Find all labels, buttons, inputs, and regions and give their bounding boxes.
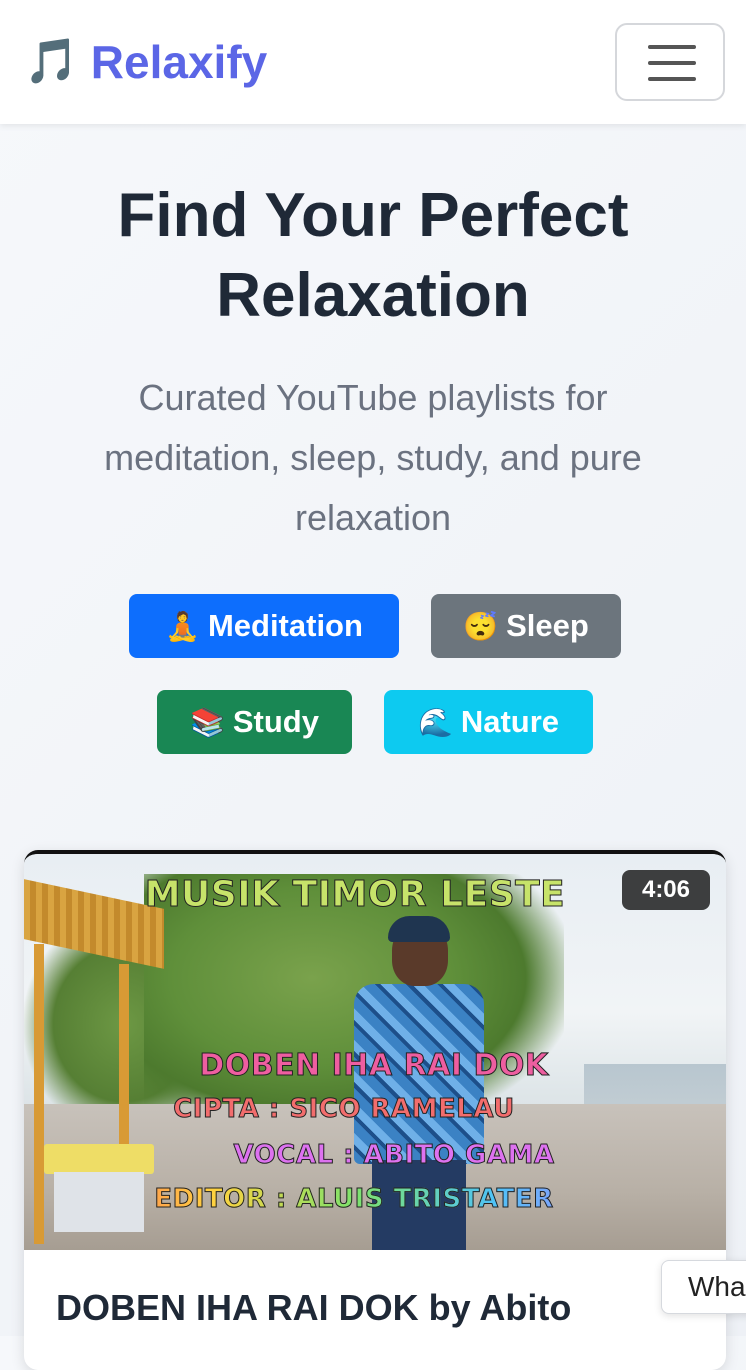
thumbnail-headline: MUSIK TIMOR LESTE <box>144 874 566 916</box>
meditation-button-label: Meditation <box>207 608 363 643</box>
pergola-post <box>34 944 44 1244</box>
video-thumbnail[interactable]: MUSIK TIMOR LESTE DOBEN IHA RAI DOK CIPT… <box>24 854 726 1250</box>
study-button-label: Study <box>232 704 319 739</box>
books-icon: 📚 <box>190 706 225 738</box>
video-title[interactable]: DOBEN IHA RAI DOK by Abito <box>56 1282 716 1334</box>
singer-cap <box>388 916 450 942</box>
duration-badge: 4:06 <box>622 870 710 910</box>
nature-button[interactable]: 🌊 Nature <box>384 690 593 754</box>
thumbnail-editor: EDITOR : ALUIS TRISTATER <box>74 1184 634 1215</box>
thumbnail-vocalist: VOCAL : ABITO GAMA <box>233 1140 555 1171</box>
music-notes-icon: 🎵 <box>24 37 79 86</box>
meditation-icon: 🧘 <box>165 610 200 642</box>
sleep-button-label: Sleep <box>506 608 589 643</box>
nature-button-label: Nature <box>460 704 560 739</box>
brand-link[interactable]: 🎵 Relaxify <box>24 34 267 90</box>
menu-toggle-button[interactable] <box>615 23 725 101</box>
wave-icon: 🌊 <box>417 706 453 738</box>
sleep-button[interactable]: 😴 Sleep <box>431 594 621 658</box>
hamburger-menu-icon-bar <box>648 77 696 81</box>
hero-subtitle: Curated YouTube playlists for meditation… <box>104 377 642 538</box>
thumbnail-composer: CIPTA : SICO RAMELAU <box>173 1094 515 1125</box>
meditation-button[interactable]: 🧘 Meditation <box>129 594 399 658</box>
hero-title: Find Your Perfect Relaxation <box>117 181 629 330</box>
brand-name: Relaxify <box>90 36 268 88</box>
floating-chat-widget[interactable]: Wha <box>661 1260 746 1314</box>
hamburger-menu-icon-bar <box>648 61 696 65</box>
video-card[interactable]: MUSIK TIMOR LESTE DOBEN IHA RAI DOK CIPT… <box>24 850 726 1370</box>
sleepy-face-icon: 😴 <box>463 610 499 642</box>
thumbnail-song-title: DOBEN IHA RAI DOK <box>199 1048 549 1084</box>
hamburger-menu-icon <box>648 45 696 49</box>
study-button[interactable]: 📚 Study <box>157 690 352 754</box>
navbar: 🎵 Relaxify <box>0 0 746 124</box>
